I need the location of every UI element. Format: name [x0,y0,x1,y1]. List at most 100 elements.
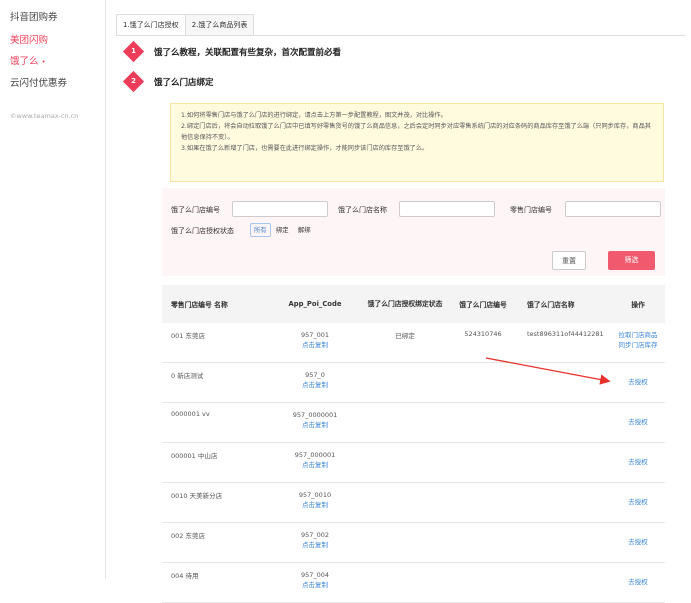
status-cell [365,363,445,402]
eleme-id-cell [445,523,521,562]
table-row: 0000001 vv 957_0000001 点击复制 去授权 [162,403,665,443]
authorize-link[interactable]: 去授权 [611,497,665,507]
retail-cell: 000001 中山店 [171,452,218,460]
step-number: 1 [131,47,136,55]
active-dot: • [41,57,46,66]
table-row: 0010 天美新分店 957_0010 点击复制 去授权 [162,483,665,523]
filter-panel: 饿了么门店编号 饿了么门店名称 零售门店编号 饿了么门店授权状态 所有 绑定 解… [162,188,665,276]
filter-button[interactable]: 筛选 [608,251,655,270]
notice-line: 1.如何将零售门店与饿了么门店的进行绑定，请点击上方第一步配置教程，图文并茂，对… [181,112,447,119]
retail-cell: 0 新店测试 [171,372,204,380]
retail-cell: 004 待用 [171,572,199,580]
eleme-name-input[interactable] [399,201,495,217]
eleme-name-cell [521,483,611,522]
copy-link[interactable]: 点击复制 [265,420,365,430]
store-table: 零售门店编号 名称 App_Poi_Code 饿了么门店授权绑定状态 饿了么门店… [162,285,665,603]
retail-cell: 0000001 vv [171,410,210,418]
notice-box: 1.如何将零售门店与饿了么门店的进行绑定，请点击上方第一步配置教程，图文并茂，对… [170,103,664,182]
eleme-name-cell [521,363,611,402]
step-title: 饿了么门店绑定 [154,78,214,88]
eleme-name-cell [521,523,611,562]
status-option-unbound[interactable]: 解绑 [298,225,311,234]
table-row: 004 待用 957_004 点击复制 去授权 [162,563,665,603]
retail-cell: 001 东莞店 [171,332,205,340]
retail-code-input[interactable] [565,201,661,217]
notice-line: 3.如果在饿了么新增了门店，也需要在此进行绑定操作，才能同步该门店的库存至饿了么… [181,145,429,152]
step-title[interactable]: 饿了么教程，关联配置有些复杂，首次配置前必看 [154,46,341,58]
fetch-products-link[interactable]: 拉取门店商品 [611,330,665,340]
poi-code: 957_001 [300,331,330,339]
tab-store-auth[interactable]: 1.饿了么门店授权 [116,14,186,36]
auth-status-label: 饿了么门店授权状态 [171,227,234,235]
eleme-name-cell [521,403,611,442]
copy-link[interactable]: 点击复制 [265,460,365,470]
status-cell [365,483,445,522]
status-option-all[interactable]: 所有 [250,223,271,237]
eleme-id-cell [445,443,521,482]
eleme-code-label: 饿了么门店编号 [171,206,220,214]
eleme-name-cell [521,443,611,482]
table-row: 0 新店测试 957_0 点击复制 去授权 [162,363,665,403]
copy-link[interactable]: 点击复制 [265,380,365,390]
poi-code: 957_0000001 [292,411,338,419]
table-header: 零售门店编号 名称 App_Poi_Code 饿了么门店授权绑定状态 饿了么门店… [162,285,665,323]
sidebar-item-label: 抖音团购券 [10,12,58,23]
authorize-link[interactable]: 去授权 [611,537,665,547]
poi-code: 957_000001 [294,451,336,459]
sidebar-item-douyin[interactable]: 抖音团购券 [10,9,58,23]
eleme-id-cell [445,483,521,522]
authorize-link[interactable]: 去授权 [611,377,665,387]
tab-product-list[interactable]: 2.饿了么商品列表 [184,14,255,36]
eleme-name-cell: test896311of44412281 [527,330,604,338]
authorize-link[interactable]: 去授权 [611,417,665,427]
sync-stock-link[interactable]: 同步门店库存 [611,340,665,350]
status-cell [365,563,445,602]
copy-link[interactable]: 点击复制 [265,540,365,550]
sidebar-item-label: 美团闪购 [10,35,49,46]
table-row: 000001 中山店 957_000001 点击复制 去授权 [162,443,665,483]
tab-divider [116,35,685,36]
col-actions: 操作 [631,301,645,309]
notice-line: 2.绑定门店后，将会自动拉取饿了么门店中已填写好零售货号的饿了么商品信息，之后会… [181,123,651,141]
table-row: 001 东莞店 957_001 点击复制 已绑定 524310746 test89… [162,323,665,363]
poi-code: 957_0 [305,371,325,379]
col-auth-status: 饿了么门店授权绑定状态 [367,300,443,308]
watermark: ©www.teamax-cn.cn [10,112,79,120]
col-eleme-name: 饿了么门店名称 [527,301,575,309]
eleme-id-cell: 524310746 [464,330,502,338]
eleme-id-cell [445,563,521,602]
eleme-code-input[interactable] [232,201,328,217]
copy-link[interactable]: 点击复制 [265,500,365,510]
poi-code: 957_0010 [298,491,332,499]
sidebar-item-eleme[interactable]: 饿了么 • [10,53,46,67]
col-app-poi-code: App_Poi_Code [288,300,342,308]
eleme-id-cell [445,363,521,402]
copy-link[interactable]: 点击复制 [265,580,365,590]
authorize-link[interactable]: 去授权 [611,457,665,467]
sidebar-item-unionpay[interactable]: 云闪付优惠券 [10,75,67,89]
status-option-bound[interactable]: 绑定 [276,225,289,234]
poi-code: 957_002 [300,531,330,539]
status-cell [365,523,445,562]
col-eleme-code: 饿了么门店编号 [459,301,507,309]
eleme-id-cell [445,403,521,442]
table-row: 002 东莞店 957_002 点击复制 去授权 [162,523,665,563]
tab-bar: 1.饿了么门店授权 2.饿了么商品列表 [116,14,255,36]
sidebar-item-label: 云闪付优惠券 [10,78,68,89]
sidebar-item-meituan[interactable]: 美团闪购 [10,32,48,46]
eleme-name-cell [521,563,611,602]
step-number: 2 [131,77,136,85]
sidebar-item-label: 饿了么 [10,56,39,67]
retail-code-label: 零售门店编号 [510,206,552,214]
status-cell: 已绑定 [395,332,415,340]
status-cell [365,443,445,482]
copy-link[interactable]: 点击复制 [265,340,365,350]
main-content: 1.饿了么门店授权 2.饿了么商品列表 1 饿了么教程，关联配置有些复杂，首次配… [106,0,691,603]
retail-cell: 0010 天美新分店 [171,492,223,500]
eleme-name-label: 饿了么门店名称 [338,206,387,214]
sidebar: 抖音团购券 美团闪购 饿了么 • 云闪付优惠券 ©www.teamax-cn.cn [0,0,106,579]
col-retail: 零售门店编号 名称 [171,301,228,309]
status-cell [365,403,445,442]
reset-button[interactable]: 重置 [552,251,586,270]
retail-cell: 002 东莞店 [171,532,205,540]
